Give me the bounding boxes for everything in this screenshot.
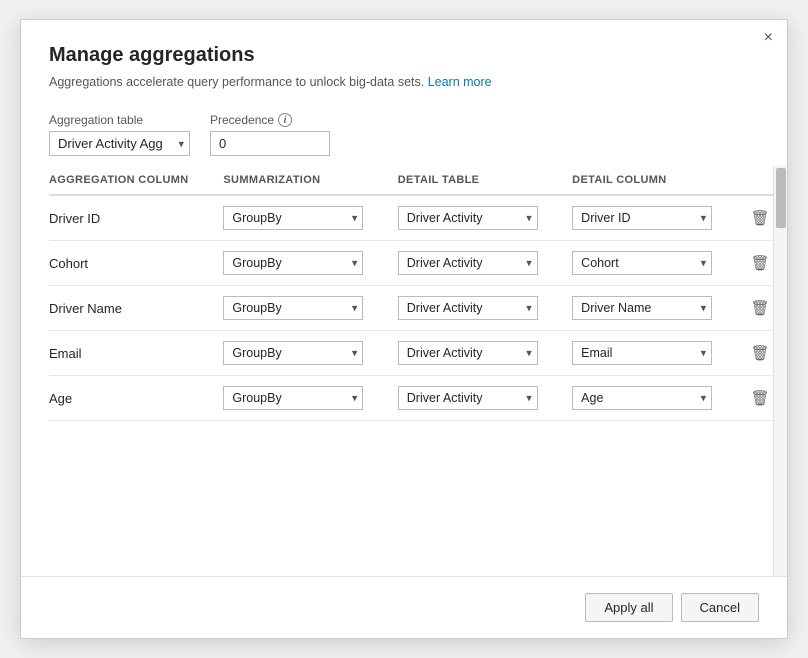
detail-column-select[interactable]: Driver Name	[572, 296, 712, 320]
detail-column-select-wrapper[interactable]: Email	[572, 341, 712, 365]
dialog-header: Manage aggregations Aggregations acceler…	[21, 20, 787, 99]
summarization-cell: GroupBy	[223, 331, 397, 376]
detail-table-select[interactable]: Driver Activity	[398, 296, 538, 320]
summarization-select-wrapper[interactable]: GroupBy	[223, 341, 363, 365]
table-scroll[interactable]: AGGREGATION COLUMN SUMMARIZATION DETAIL …	[49, 166, 787, 421]
scrollbar-thumb	[776, 168, 786, 228]
aggregation-table-label: Aggregation table	[49, 113, 190, 127]
dialog-title: Manage aggregations	[49, 44, 759, 67]
table-row: Driver NameGroupByDriver ActivityDriver …	[49, 286, 787, 331]
detail-column-select-wrapper[interactable]: Driver Name	[572, 296, 712, 320]
detail-table-select-wrapper[interactable]: Driver Activity	[398, 341, 538, 365]
summarization-cell: GroupBy	[223, 286, 397, 331]
dialog-subtitle: Aggregations accelerate query performanc…	[49, 75, 759, 89]
precedence-label: Precedence i	[210, 113, 330, 127]
summarization-cell: GroupBy	[223, 195, 397, 241]
delete-row-button[interactable]: 🗑	[747, 299, 774, 318]
summarization-select[interactable]: GroupBy	[223, 251, 363, 275]
detail-column-cell: Email	[572, 331, 746, 376]
summarization-cell: GroupBy	[223, 241, 397, 286]
subtitle-text: Aggregations accelerate query performanc…	[49, 75, 424, 89]
detail-column-select-wrapper[interactable]: Cohort	[572, 251, 712, 275]
precedence-input[interactable]	[210, 131, 330, 156]
detail-column-select[interactable]: Age	[572, 386, 712, 410]
col-header-agg-column: AGGREGATION COLUMN	[49, 166, 223, 195]
detail-column-cell: Age	[572, 376, 746, 421]
manage-aggregations-dialog: × Manage aggregations Aggregations accel…	[20, 19, 788, 639]
apply-all-button[interactable]: Apply all	[585, 593, 672, 622]
detail-table-cell: Driver Activity	[398, 195, 572, 241]
delete-row-button[interactable]: 🗑	[747, 209, 774, 228]
table-row: AgeGroupByDriver ActivityAge🗑	[49, 376, 787, 421]
dialog-footer: Apply all Cancel	[21, 576, 787, 638]
agg-column-cell: Age	[49, 376, 223, 421]
summarization-select[interactable]: GroupBy	[223, 341, 363, 365]
detail-column-cell: Driver ID	[572, 195, 746, 241]
detail-column-cell: Driver Name	[572, 286, 746, 331]
summarization-select-wrapper[interactable]: GroupBy	[223, 206, 363, 230]
aggregation-table-group: Aggregation table Driver Activity Agg	[49, 113, 190, 156]
detail-column-select-wrapper[interactable]: Driver ID	[572, 206, 712, 230]
detail-table-select[interactable]: Driver Activity	[398, 206, 538, 230]
close-button[interactable]: ×	[764, 30, 773, 46]
aggregation-table-select-wrapper[interactable]: Driver Activity Agg	[49, 131, 190, 156]
table-row: CohortGroupByDriver ActivityCohort🗑	[49, 241, 787, 286]
table-container: AGGREGATION COLUMN SUMMARIZATION DETAIL …	[21, 166, 787, 576]
aggregation-table-select[interactable]: Driver Activity Agg	[49, 131, 190, 156]
detail-table-cell: Driver Activity	[398, 331, 572, 376]
detail-table-select-wrapper[interactable]: Driver Activity	[398, 251, 538, 275]
table-row: Driver IDGroupByDriver ActivityDriver ID…	[49, 195, 787, 241]
agg-column-cell: Cohort	[49, 241, 223, 286]
summarization-select[interactable]: GroupBy	[223, 386, 363, 410]
precedence-group: Precedence i	[210, 113, 330, 156]
col-header-summarization: SUMMARIZATION	[223, 166, 397, 195]
detail-column-select-wrapper[interactable]: Age	[572, 386, 712, 410]
agg-column-cell: Driver ID	[49, 195, 223, 241]
scrollbar-track[interactable]	[773, 166, 787, 576]
detail-table-select[interactable]: Driver Activity	[398, 386, 538, 410]
col-header-detail-column: DETAIL COLUMN	[572, 166, 746, 195]
summarization-select[interactable]: GroupBy	[223, 206, 363, 230]
detail-table-select-wrapper[interactable]: Driver Activity	[398, 386, 538, 410]
detail-column-select[interactable]: Email	[572, 341, 712, 365]
detail-table-cell: Driver Activity	[398, 376, 572, 421]
detail-table-select-wrapper[interactable]: Driver Activity	[398, 206, 538, 230]
table-header: AGGREGATION COLUMN SUMMARIZATION DETAIL …	[49, 166, 787, 195]
detail-table-select[interactable]: Driver Activity	[398, 341, 538, 365]
delete-row-button[interactable]: 🗑	[747, 389, 774, 408]
aggregations-table: AGGREGATION COLUMN SUMMARIZATION DETAIL …	[49, 166, 787, 421]
detail-table-cell: Driver Activity	[398, 241, 572, 286]
detail-table-select[interactable]: Driver Activity	[398, 251, 538, 275]
precedence-info-icon: i	[278, 113, 292, 127]
detail-table-select-wrapper[interactable]: Driver Activity	[398, 296, 538, 320]
table-row: EmailGroupByDriver ActivityEmail🗑	[49, 331, 787, 376]
summarization-select-wrapper[interactable]: GroupBy	[223, 296, 363, 320]
detail-column-select[interactable]: Cohort	[572, 251, 712, 275]
col-header-detail-table: DETAIL TABLE	[398, 166, 572, 195]
summarization-select-wrapper[interactable]: GroupBy	[223, 386, 363, 410]
summarization-select[interactable]: GroupBy	[223, 296, 363, 320]
detail-column-cell: Cohort	[572, 241, 746, 286]
detail-table-cell: Driver Activity	[398, 286, 572, 331]
agg-column-cell: Driver Name	[49, 286, 223, 331]
cancel-button[interactable]: Cancel	[681, 593, 759, 622]
summarization-select-wrapper[interactable]: GroupBy	[223, 251, 363, 275]
delete-row-button[interactable]: 🗑	[747, 344, 774, 363]
summarization-cell: GroupBy	[223, 376, 397, 421]
agg-column-cell: Email	[49, 331, 223, 376]
table-body: Driver IDGroupByDriver ActivityDriver ID…	[49, 195, 787, 421]
learn-more-link[interactable]: Learn more	[428, 75, 492, 89]
delete-row-button[interactable]: 🗑	[747, 254, 774, 273]
detail-column-select[interactable]: Driver ID	[572, 206, 712, 230]
controls-row: Aggregation table Driver Activity Agg Pr…	[21, 99, 787, 166]
